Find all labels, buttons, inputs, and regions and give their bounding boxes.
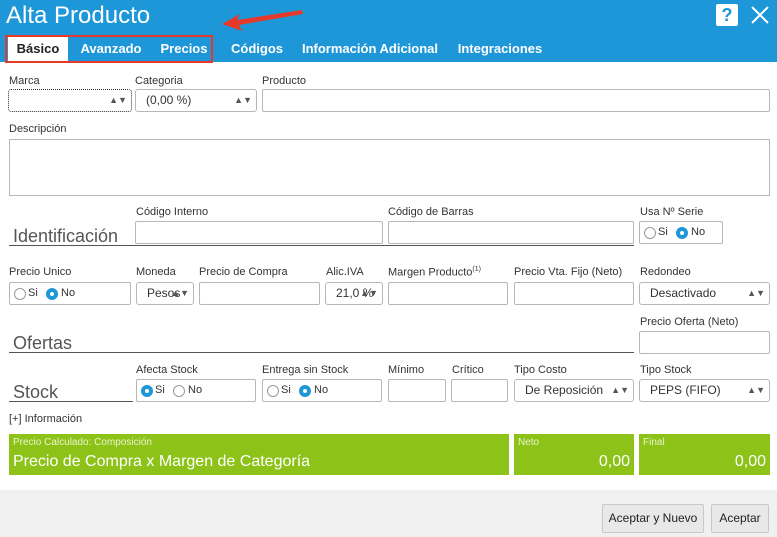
neto-panel: Neto 0,00 — [514, 434, 634, 475]
precio-vta-label: Precio Vta. Fijo (Neto) — [514, 266, 623, 278]
tipo-stock-value: PEPS (FIFO) — [650, 383, 721, 397]
margen-label-text: Margen Producto — [388, 266, 473, 279]
identificacion-title: Identificación — [13, 226, 119, 246]
accept-and-new-button[interactable]: Aceptar y Nuevo — [602, 504, 704, 533]
afecta-stock-radio-group: Si No — [136, 379, 256, 402]
descripcion-label: Descripción — [9, 123, 67, 135]
critico-label: Crítico — [452, 364, 484, 376]
precio-oferta-input[interactable] — [639, 331, 770, 354]
accept-button[interactable]: Aceptar — [711, 504, 769, 533]
tipo-stock-label: Tipo Stock — [640, 364, 692, 376]
annotation-arrow-icon — [222, 10, 303, 31]
final-label: Final — [643, 437, 665, 448]
section-divider — [9, 352, 634, 353]
entrega-si-label: Si — [281, 384, 291, 396]
precio-vta-input[interactable] — [514, 282, 634, 305]
section-divider — [9, 245, 634, 246]
tipo-costo-label: Tipo Costo — [514, 364, 567, 376]
redondeo-label: Redondeo — [640, 266, 691, 278]
codigo-barras-label: Código de Barras — [388, 206, 474, 218]
minimo-input[interactable] — [388, 379, 446, 402]
codigo-barras-input[interactable] — [388, 221, 634, 244]
entrega-no-label: No — [314, 384, 329, 396]
final-value: 0,00 — [734, 453, 766, 470]
composition-formula: Precio de Compra x Margen de Categoría — [13, 453, 311, 470]
afecta-stock-si-label: Si — [155, 384, 165, 396]
marca-select[interactable]: ▲▼ — [8, 89, 132, 112]
tab-highlight-box — [5, 35, 213, 63]
alic-iva-select[interactable]: 21,0 % ▲▼ — [325, 282, 383, 305]
precio-unico-radio-group: Si No — [9, 282, 131, 305]
afecta-stock-label: Afecta Stock — [136, 364, 198, 376]
precio-unico-no-label: No — [61, 287, 76, 299]
help-icon[interactable]: ? — [716, 4, 738, 26]
precio-compra-label: Precio de Compra — [199, 266, 288, 278]
margen-label: Margen Producto(1) — [388, 266, 481, 279]
producto-label: Producto — [262, 75, 307, 87]
precio-compra-input[interactable] — [199, 282, 320, 305]
section-divider — [9, 401, 133, 402]
afecta-stock-no-radio[interactable] — [173, 385, 185, 397]
tab-informacion-adicional[interactable]: Información Adicional — [298, 36, 442, 62]
precio-unico-si-radio[interactable] — [14, 288, 26, 300]
tab-integraciones[interactable]: Integraciones — [452, 36, 548, 62]
composition-panel: Precio Calculado: Composición Precio de … — [9, 434, 509, 475]
neto-value: 0,00 — [598, 453, 630, 470]
usa-serie-si-radio[interactable] — [644, 227, 656, 239]
minimo-label: Mínimo — [388, 364, 425, 376]
precio-oferta-label: Precio Oferta (Neto) — [640, 316, 739, 328]
tipo-costo-value: De Reposición — [525, 383, 604, 397]
window-title: Alta Producto — [6, 2, 151, 29]
usa-serie-label: Usa Nº Serie — [640, 206, 704, 218]
entrega-sin-stock-radio-group: Si No — [262, 379, 382, 402]
close-icon[interactable] — [748, 3, 772, 27]
moneda-label: Moneda — [136, 266, 176, 278]
chevron-updown-icon: ▲▼ — [747, 288, 765, 298]
chevron-updown-icon: ▲▼ — [611, 385, 629, 395]
moneda-select[interactable]: Pesos ▲▼ — [136, 282, 194, 305]
usa-serie-no-label: No — [691, 226, 706, 238]
afecta-stock-no-label: No — [188, 384, 203, 396]
window-header: Alta Producto ? Básico Avanzado Precios … — [0, 0, 777, 63]
chevron-updown-icon: ▲▼ — [171, 288, 189, 298]
tipo-costo-select[interactable]: De Reposición ▲▼ — [514, 379, 634, 402]
neto-label: Neto — [518, 437, 540, 448]
margen-input[interactable] — [388, 282, 508, 305]
critico-input[interactable] — [451, 379, 508, 402]
chevron-updown-icon: ▲▼ — [747, 385, 765, 395]
stock-title: Stock — [13, 382, 59, 402]
producto-input[interactable] — [262, 89, 770, 112]
final-panel: Final 0,00 — [639, 434, 770, 475]
tab-codigos[interactable]: Códigos — [226, 36, 288, 62]
afecta-stock-si-radio[interactable] — [141, 385, 153, 397]
entrega-sin-stock-label: Entrega sin Stock — [262, 364, 349, 376]
ofertas-title: Ofertas — [13, 333, 73, 353]
precio-unico-si-label: Si — [28, 287, 38, 299]
marca-label: Marca — [9, 75, 40, 87]
categoria-select[interactable]: (0,00 %) ▲▼ — [135, 89, 257, 112]
alic-iva-label: Alic.IVA — [326, 266, 364, 278]
descripcion-textarea[interactable] — [9, 139, 770, 196]
precio-unico-no-radio[interactable] — [46, 288, 58, 300]
redondeo-value: Desactivado — [650, 286, 717, 300]
categoria-value: (0,00 %) — [146, 93, 192, 107]
informacion-toggle-link[interactable]: [+] Información — [9, 413, 82, 425]
precio-unico-label: Precio Unico — [9, 266, 72, 278]
usa-serie-radio-group: Si No — [639, 221, 723, 244]
tipo-stock-select[interactable]: PEPS (FIFO) ▲▼ — [639, 379, 770, 402]
margen-footnote: (1) — [472, 266, 481, 273]
usa-serie-no-radio[interactable] — [676, 227, 688, 239]
chevron-updown-icon: ▲▼ — [360, 288, 378, 298]
codigo-interno-label: Código Interno — [136, 206, 209, 218]
composition-caption: Precio Calculado: Composición — [13, 437, 152, 448]
chevron-updown-icon: ▲▼ — [234, 95, 252, 105]
categoria-label: Categoria — [135, 75, 183, 87]
chevron-updown-icon: ▲▼ — [109, 95, 127, 105]
codigo-interno-input[interactable] — [135, 221, 383, 244]
entrega-si-radio[interactable] — [267, 385, 279, 397]
usa-serie-si-label: Si — [658, 226, 668, 238]
redondeo-select[interactable]: Desactivado ▲▼ — [639, 282, 770, 305]
entrega-no-radio[interactable] — [299, 385, 311, 397]
